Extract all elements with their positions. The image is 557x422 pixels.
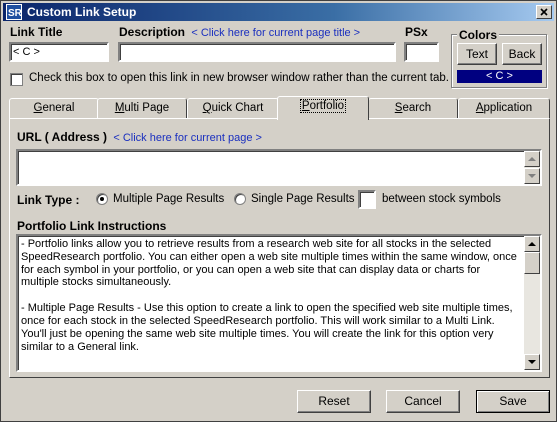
new-window-checkbox-label: Check this box to open this link in new … xyxy=(29,72,449,84)
cancel-button[interactable]: Cancel xyxy=(386,390,460,413)
text-color-button[interactable]: Text xyxy=(457,43,497,65)
instructions-scroll-thumb[interactable] xyxy=(524,252,540,274)
radio-selected-dot xyxy=(100,197,104,201)
custom-link-setup-window: SR Custom Link Setup Link Title < C > De… xyxy=(0,0,557,422)
reset-button-label: Reset xyxy=(318,394,350,408)
url-scroll-up-button[interactable] xyxy=(524,151,540,167)
tab-multi-page-rest: ulti Page xyxy=(124,102,170,114)
tab-quick-chart[interactable]: Quick Chart xyxy=(187,98,279,118)
psx-input[interactable] xyxy=(404,42,439,62)
instructions-scroll-down-button[interactable] xyxy=(524,354,540,370)
app-logo-icon: SR xyxy=(6,4,22,20)
tab-application-mnemonic: A xyxy=(475,102,484,114)
tab-search-rest: earch xyxy=(402,102,432,114)
psx-label: PSx xyxy=(405,25,428,39)
tab-multi-page[interactable]: Multi Page xyxy=(97,98,187,118)
description-current-page-title-link[interactable]: < Click here for current page title > xyxy=(191,27,360,39)
window-title: Custom Link Setup xyxy=(27,5,137,19)
tab-application-label: Application xyxy=(476,102,532,114)
instructions-paragraph: - Multiple Page Results - Use this optio… xyxy=(21,302,513,353)
back-color-button[interactable]: Back xyxy=(502,43,542,65)
close-button[interactable] xyxy=(536,5,552,19)
tab-general-label: General xyxy=(34,102,75,114)
url-input[interactable] xyxy=(16,149,542,186)
instructions-label: Portfolio Link Instructions xyxy=(17,219,167,233)
scroll-up-icon xyxy=(528,242,536,246)
multiple-page-results-label: Multiple Page Results xyxy=(113,193,225,205)
instructions-textarea[interactable]: - Portfolio links allow you to retrieve … xyxy=(16,234,542,372)
between-stock-symbols-label: between stock symbols xyxy=(382,193,501,205)
tab-general[interactable]: General xyxy=(9,98,99,118)
title-bar[interactable]: SR Custom Link Setup xyxy=(3,3,554,21)
instructions-text: - Portfolio links allow you to retrieve … xyxy=(21,238,521,366)
multiple-page-results-radio[interactable] xyxy=(96,193,108,205)
tab-portfolio-label: Portfolio xyxy=(299,99,347,113)
tab-portfolio-rest: ortfolio xyxy=(309,100,345,112)
url-current-page-link[interactable]: < Click here for current page > xyxy=(113,132,262,144)
colors-label: Colors xyxy=(457,28,500,42)
url-label: URL ( Address ) xyxy=(17,130,108,144)
separator-input[interactable] xyxy=(358,190,376,209)
new-window-checkbox[interactable] xyxy=(10,73,23,86)
tab-general-rest: eneral xyxy=(42,102,75,114)
reset-button[interactable]: Reset xyxy=(297,390,371,413)
tab-quick-chart-rest: uick Chart xyxy=(211,102,264,114)
single-page-results-label: Single Page Results - xyxy=(251,193,362,205)
scroll-down-icon xyxy=(528,360,536,364)
save-button[interactable]: Save xyxy=(476,390,550,413)
tab-multi-page-label: Multi Page xyxy=(115,102,169,114)
scroll-up-icon xyxy=(528,157,536,161)
tab-quick-chart-label: Quick Chart xyxy=(203,102,264,114)
tab-search[interactable]: Search xyxy=(368,98,458,118)
link-title-value: < C > xyxy=(13,46,40,58)
instructions-paragraph: - Portfolio links allow you to retrieve … xyxy=(21,238,517,289)
tab-search-label: Search xyxy=(395,102,431,114)
color-preview-text: < C > xyxy=(486,70,513,82)
description-input[interactable] xyxy=(118,42,396,62)
tab-portfolio[interactable]: Portfolio xyxy=(277,96,369,120)
instructions-scrollbar[interactable] xyxy=(524,236,540,370)
description-label: Description < Click here for current pag… xyxy=(119,25,360,39)
url-scroll-down-button[interactable] xyxy=(524,168,540,184)
single-page-results-radio[interactable] xyxy=(234,193,246,205)
instructions-scroll-up-button[interactable] xyxy=(524,236,540,252)
tab-quick-chart-mnemonic: Q xyxy=(202,102,212,114)
url-label-row: URL ( Address ) < Click here for current… xyxy=(17,130,262,144)
cancel-button-label: Cancel xyxy=(404,394,442,408)
save-button-label: Save xyxy=(499,394,527,408)
description-label-text: Description xyxy=(119,25,186,39)
text-color-button-label: Text xyxy=(465,47,488,61)
link-title-input[interactable]: < C > xyxy=(9,42,109,62)
link-type-label: Link Type : xyxy=(17,193,80,207)
tab-portfolio-mnemonic: P xyxy=(301,100,310,112)
tab-application-rest: pplication xyxy=(483,102,533,114)
scroll-down-icon xyxy=(528,174,536,178)
back-color-button-label: Back xyxy=(508,47,536,61)
url-scrollbar[interactable] xyxy=(524,151,540,184)
tab-application[interactable]: Application xyxy=(458,98,550,118)
color-preview: < C > xyxy=(457,70,542,83)
portfolio-tab-panel: URL ( Address ) < Click here for current… xyxy=(9,118,550,378)
close-icon xyxy=(540,8,548,16)
svg-text:SR: SR xyxy=(8,8,22,19)
link-title-label: Link Title xyxy=(10,25,63,39)
tab-multi-page-mnemonic: M xyxy=(114,102,125,114)
